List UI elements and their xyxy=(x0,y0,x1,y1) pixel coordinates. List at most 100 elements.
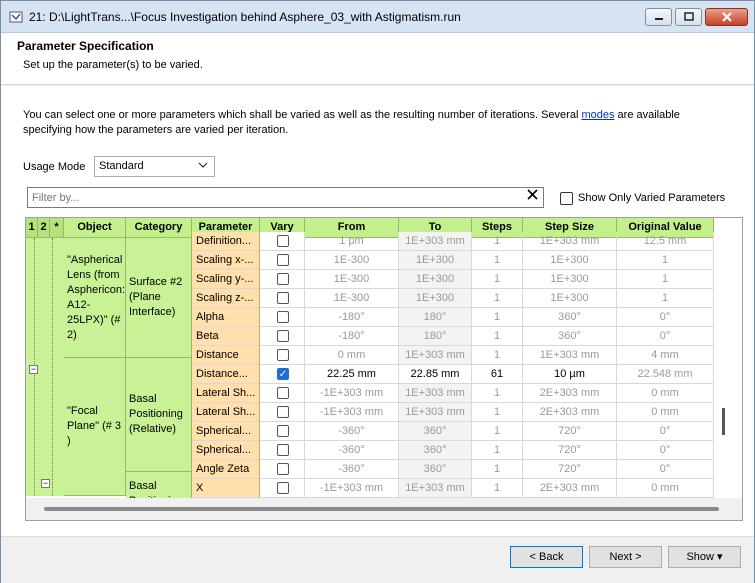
vary-cell[interactable] xyxy=(260,251,305,270)
vary-cell[interactable] xyxy=(260,460,305,479)
parameter-cell[interactable]: Distance xyxy=(192,346,260,365)
maximize-icon xyxy=(683,12,694,21)
steps-cell: 1 xyxy=(472,289,523,308)
vary-checkbox[interactable] xyxy=(277,311,289,323)
parameter-cell[interactable]: Alpha xyxy=(192,308,260,327)
usage-mode-select[interactable]: Standard xyxy=(94,156,215,177)
vary-checkbox[interactable] xyxy=(277,292,289,304)
vary-checkbox[interactable]: ✓ xyxy=(277,368,289,380)
vary-checkbox[interactable] xyxy=(277,482,289,494)
header-col-1[interactable]: 1 xyxy=(26,218,38,238)
show-only-varied-label: Show Only Varied Parameters xyxy=(578,192,726,204)
modes-link[interactable]: modes xyxy=(581,109,614,121)
from-cell: 1E-300 xyxy=(305,251,399,270)
header-col-category[interactable]: Category xyxy=(126,218,192,238)
vary-checkbox[interactable] xyxy=(277,463,289,475)
category-cell: Basal Positioning (Relative) xyxy=(126,358,192,472)
vary-checkbox[interactable] xyxy=(277,254,289,266)
tree-line xyxy=(52,238,53,496)
collapse-icon[interactable]: − xyxy=(41,479,50,488)
vary-checkbox[interactable] xyxy=(277,406,289,418)
wizard-footer: < Back Next > Show ▾ xyxy=(1,536,754,583)
vary-checkbox[interactable] xyxy=(277,387,289,399)
from-cell: -1E+303 mm xyxy=(305,384,399,403)
minimize-button[interactable] xyxy=(645,8,672,26)
parameter-cell[interactable]: Lateral Sh... xyxy=(192,384,260,403)
vary-cell[interactable]: ✓ xyxy=(260,365,305,384)
parameter-cell[interactable]: Angle Zeta xyxy=(192,460,260,479)
vary-cell[interactable] xyxy=(260,232,305,251)
from-cell: -1E+303 mm xyxy=(305,479,399,498)
close-button[interactable] xyxy=(705,8,748,26)
vary-cell[interactable] xyxy=(260,289,305,308)
header-col-object[interactable]: Object xyxy=(64,218,126,238)
to-cell: 180° xyxy=(399,308,472,327)
parameter-cell[interactable]: Scaling x-... xyxy=(192,251,260,270)
original-value-cell: 22.548 mm xyxy=(617,365,714,384)
show-only-varied-checkbox[interactable] xyxy=(560,192,573,205)
vary-checkbox[interactable] xyxy=(277,349,289,361)
steps-cell: 1 xyxy=(472,270,523,289)
object-cell: "Focal Plane" (# 3 ) xyxy=(64,358,126,496)
vary-cell[interactable] xyxy=(260,308,305,327)
vertical-scroll-thumb[interactable] xyxy=(722,408,725,435)
step-size-cell: 1E+300 xyxy=(523,289,617,308)
steps-cell: 1 xyxy=(472,479,523,498)
from-cell: -1E+303 mm xyxy=(305,403,399,422)
original-value-cell: 12.5 mm xyxy=(617,232,714,251)
parameter-cell[interactable]: Definition... xyxy=(192,232,260,251)
from-cell: 1 pm xyxy=(305,232,399,251)
parameter-cell[interactable]: Spherical... xyxy=(192,422,260,441)
vary-checkbox[interactable] xyxy=(277,330,289,342)
vary-cell[interactable] xyxy=(260,403,305,422)
parameter-cell[interactable]: Lateral Sh... xyxy=(192,403,260,422)
vary-cell[interactable] xyxy=(260,479,305,498)
vary-checkbox[interactable] xyxy=(277,425,289,437)
steps-cell: 1 xyxy=(472,384,523,403)
vary-cell[interactable] xyxy=(260,270,305,289)
vary-checkbox[interactable] xyxy=(277,444,289,456)
parameter-cell[interactable]: Spherical... xyxy=(192,441,260,460)
next-button[interactable]: Next > xyxy=(589,546,662,568)
header-col-2[interactable]: 2 xyxy=(38,218,50,238)
step-size-cell: 360° xyxy=(523,327,617,346)
vary-cell[interactable] xyxy=(260,441,305,460)
header-col-star[interactable]: * xyxy=(50,218,64,238)
from-cell[interactable]: 22.25 mm xyxy=(305,365,399,384)
filter-input[interactable]: Filter by... xyxy=(27,187,544,208)
grid-rows: "Aspherical Lens (from Asphericon: A12-2… xyxy=(26,232,742,517)
vary-checkbox[interactable] xyxy=(277,235,289,247)
parameter-cell[interactable]: Scaling z-... xyxy=(192,289,260,308)
maximize-button[interactable] xyxy=(675,8,702,26)
to-cell: 1E+300 xyxy=(399,251,472,270)
back-button[interactable]: < Back xyxy=(510,546,583,568)
vary-cell[interactable] xyxy=(260,422,305,441)
parameter-cell[interactable]: X xyxy=(192,479,260,498)
parameter-cell[interactable]: Scaling y-... xyxy=(192,270,260,289)
parameter-cell[interactable]: Beta xyxy=(192,327,260,346)
show-button[interactable]: Show ▾ xyxy=(668,546,741,568)
show-label: Show xyxy=(686,551,714,563)
clear-filter-icon[interactable] xyxy=(527,189,538,200)
horizontal-scroll-thumb[interactable] xyxy=(44,507,719,511)
wizard-content: You can select one or more parameters wh… xyxy=(1,86,754,536)
step-size-cell: 720° xyxy=(523,422,617,441)
step-size-cell: 1E+300 xyxy=(523,251,617,270)
usage-mode-value: Standard xyxy=(99,160,144,172)
to-cell: 1E+300 xyxy=(399,289,472,308)
chevron-down-icon xyxy=(198,162,208,168)
vary-cell[interactable] xyxy=(260,327,305,346)
original-value-cell: 0 mm xyxy=(617,403,714,422)
page-subtitle: Set up the parameter(s) to be varied. xyxy=(23,59,203,71)
vary-cell[interactable] xyxy=(260,346,305,365)
horizontal-scrollbar[interactable] xyxy=(26,498,742,520)
steps-cell: 1 xyxy=(472,346,523,365)
wizard-window: 21: D:\LightTrans...\Focus Investigation… xyxy=(0,0,755,583)
step-size-cell[interactable]: 10 µm xyxy=(523,365,617,384)
collapse-icon[interactable]: − xyxy=(29,365,38,374)
vary-checkbox[interactable] xyxy=(277,273,289,285)
vary-cell[interactable] xyxy=(260,384,305,403)
to-cell[interactable]: 22.85 mm xyxy=(399,365,472,384)
steps-cell[interactable]: 61 xyxy=(472,365,523,384)
parameter-cell[interactable]: Distance... xyxy=(192,365,260,384)
